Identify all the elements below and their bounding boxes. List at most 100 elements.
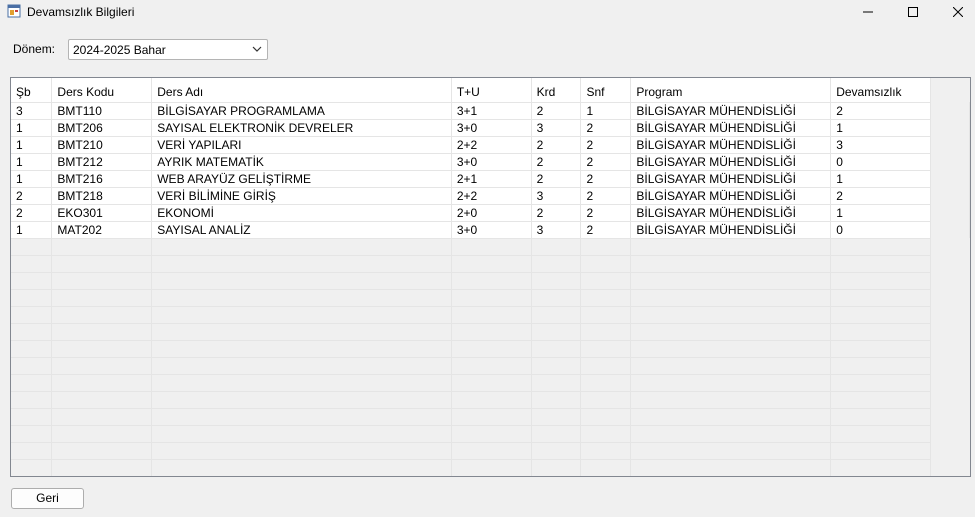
table-cell[interactable]: 2 <box>531 170 582 188</box>
table-cell[interactable]: 2 <box>580 136 632 154</box>
row-filler <box>930 136 970 153</box>
table-cell[interactable]: 2 <box>580 153 632 171</box>
empty-cell <box>531 442 582 460</box>
table-cell[interactable]: BMT210 <box>51 136 153 154</box>
empty-cell <box>531 391 582 409</box>
empty-cell <box>531 374 582 392</box>
table-cell[interactable]: BMT218 <box>51 187 153 205</box>
app-window-icon <box>7 4 21 18</box>
table-cell[interactable]: BİLGİSAYAR MÜHENDİSLİĞİ <box>630 102 832 120</box>
table-row[interactable]: 1 BMT212 AYRIK MATEMATİK 3+0 2 2 BİLGİSAYAR MÜ… <box>11 153 970 171</box>
table-row[interactable]: 1 MAT202 SAYISAL ANALİZ 3+0 3 2 BİLGİSAYAR MÜH… <box>11 221 970 239</box>
table-cell[interactable]: VERİ BİLİMİNE GİRİŞ <box>151 187 452 205</box>
table-cell[interactable]: 2 <box>580 119 632 137</box>
table-cell[interactable]: 2+1 <box>451 170 532 188</box>
column-header[interactable]: Ders Adı <box>151 78 452 103</box>
table-cell[interactable]: 3 <box>531 119 582 137</box>
empty-cell <box>51 357 153 375</box>
table-row[interactable]: 1 BMT206 SAYISAL ELEKTRONİK DEVRELER 3+0 3 2 B… <box>11 119 970 137</box>
table-cell[interactable]: 2+2 <box>451 187 532 205</box>
table-cell[interactable]: 3+0 <box>451 153 532 171</box>
table-cell[interactable]: 2 <box>11 204 53 222</box>
column-header[interactable]: Snf <box>580 78 632 103</box>
table-cell[interactable]: 2+0 <box>451 204 532 222</box>
column-header[interactable]: Krd <box>531 78 582 103</box>
table-cell[interactable]: 3+0 <box>451 221 532 239</box>
empty-cell <box>830 374 932 392</box>
table-cell[interactable]: 2 <box>830 102 932 120</box>
table-cell[interactable]: 1 <box>11 170 53 188</box>
table-cell[interactable]: WEB ARAYÜZ GELİŞTİRME <box>151 170 452 188</box>
table-row[interactable]: 1 BMT210 VERİ YAPILARI 2+2 2 2 BİLGİSAYAR MÜHE… <box>11 136 970 154</box>
table-cell[interactable]: 1 <box>11 136 53 154</box>
table-cell[interactable]: BİLGİSAYAR PROGRAMLAMA <box>151 102 452 120</box>
table-cell[interactable]: 1 <box>11 221 53 239</box>
table-cell[interactable]: BİLGİSAYAR MÜHENDİSLİĞİ <box>630 204 832 222</box>
column-header[interactable]: Program <box>630 78 832 103</box>
table-cell[interactable]: 2+2 <box>451 136 532 154</box>
table-cell[interactable]: BMT110 <box>51 102 153 120</box>
table-cell[interactable]: BMT216 <box>51 170 153 188</box>
table-cell[interactable]: 0 <box>830 153 932 171</box>
table-cell[interactable]: 1 <box>830 170 932 188</box>
empty-cell <box>830 425 932 443</box>
minimize-button[interactable] <box>845 0 891 24</box>
table-cell[interactable]: 3 <box>531 221 582 239</box>
empty-cell <box>51 459 153 476</box>
table-cell[interactable]: EKONOMİ <box>151 204 452 222</box>
column-header[interactable]: T+U <box>451 78 532 103</box>
table-cell[interactable]: SAYISAL ELEKTRONİK DEVRELER <box>151 119 452 137</box>
table-row[interactable]: 1 BMT216 WEB ARAYÜZ GELİŞTİRME 2+1 2 2 BİLGİSA… <box>11 170 970 188</box>
table-cell[interactable]: BİLGİSAYAR MÜHENDİSLİĞİ <box>630 153 832 171</box>
table-cell[interactable]: MAT202 <box>51 221 153 239</box>
table-cell[interactable]: 0 <box>830 221 932 239</box>
column-header[interactable]: Devamsızlık <box>830 78 932 103</box>
table-cell[interactable]: 1 <box>830 204 932 222</box>
table-cell[interactable]: 2 <box>830 187 932 205</box>
table-cell[interactable]: BİLGİSAYAR MÜHENDİSLİĞİ <box>630 119 832 137</box>
table-cell[interactable]: 1 <box>580 102 632 120</box>
back-button[interactable]: Geri <box>11 488 84 509</box>
table-cell[interactable]: BMT212 <box>51 153 153 171</box>
table-row[interactable]: 2 BMT218 VERİ BİLİMİNE GİRİŞ 2+2 3 2 BİLGİSAYA… <box>11 187 970 205</box>
table-cell[interactable]: 3 <box>531 187 582 205</box>
table-cell[interactable]: 2 <box>580 221 632 239</box>
term-select[interactable]: 2024-2025 Bahar <box>68 39 268 60</box>
table-cell[interactable]: AYRIK MATEMATİK <box>151 153 452 171</box>
table-cell[interactable]: 3 <box>830 136 932 154</box>
table-cell[interactable]: 2 <box>531 153 582 171</box>
close-button[interactable] <box>935 0 975 24</box>
table-cell[interactable]: BİLGİSAYAR MÜHENDİSLİĞİ <box>630 170 832 188</box>
table-cell[interactable]: BİLGİSAYAR MÜHENDİSLİĞİ <box>630 136 832 154</box>
column-header[interactable]: Şb <box>11 78 53 103</box>
table-cell[interactable]: VERİ YAPILARI <box>151 136 452 154</box>
table-cell[interactable]: 2 <box>531 136 582 154</box>
table-cell[interactable]: 1 <box>830 119 932 137</box>
empty-cell <box>451 408 532 426</box>
table-cell[interactable]: 3+0 <box>451 119 532 137</box>
table-cell[interactable]: BMT206 <box>51 119 153 137</box>
table-cell[interactable]: 1 <box>11 153 53 171</box>
table-cell[interactable]: SAYISAL ANALİZ <box>151 221 452 239</box>
table-cell[interactable]: 2 <box>531 204 582 222</box>
table-cell[interactable]: 2 <box>531 102 582 120</box>
table-cell[interactable]: BİLGİSAYAR MÜHENDİSLİĞİ <box>630 187 832 205</box>
table-cell[interactable]: 2 <box>580 204 632 222</box>
table-cell[interactable]: 3 <box>11 102 53 120</box>
table-cell[interactable]: 2 <box>11 187 53 205</box>
empty-cell <box>531 357 582 375</box>
table-cell[interactable]: BİLGİSAYAR MÜHENDİSLİĞİ <box>630 221 832 239</box>
table-cell[interactable]: 2 <box>580 170 632 188</box>
table-cell[interactable]: 2 <box>580 187 632 205</box>
table-cell[interactable]: 1 <box>11 119 53 137</box>
table-cell[interactable]: EKO301 <box>51 204 153 222</box>
table-row[interactable]: 3 BMT110 BİLGİSAYAR PROGRAMLAMA 3+1 2 1 BİLGİS… <box>11 102 970 120</box>
table-row[interactable]: 2 EKO301 EKONOMİ 2+0 2 2 BİLGİSAYAR MÜHENDİSLİ… <box>11 204 970 222</box>
column-header[interactable]: Ders Kodu <box>51 78 153 103</box>
maximize-button[interactable] <box>890 0 936 24</box>
empty-row <box>11 425 970 443</box>
row-filler <box>930 323 970 340</box>
attendance-grid[interactable]: Şb Ders Kodu Ders Adı T+U Krd Snf Program Devam… <box>10 77 971 477</box>
table-cell[interactable]: 3+1 <box>451 102 532 120</box>
empty-cell <box>151 442 452 460</box>
